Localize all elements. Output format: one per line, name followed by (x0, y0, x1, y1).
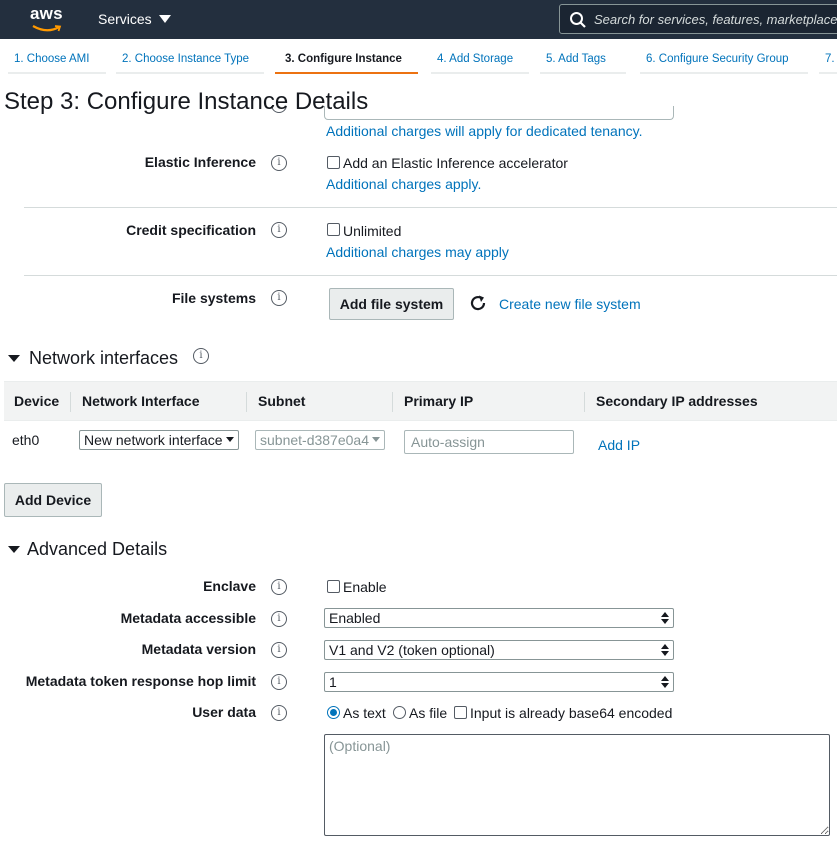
select-arrow-icon (661, 644, 669, 656)
top-navigation-bar: aws Services (0, 0, 837, 39)
column-separator (246, 392, 247, 412)
as-file-label[interactable]: As file (409, 705, 447, 721)
aws-logo-text: aws (30, 4, 63, 23)
subnet-select[interactable]: subnet-d387e0a4 (255, 430, 385, 450)
wizard-step-configure-security-group[interactable]: 6. Configure Security Group (640, 48, 808, 74)
credit-specification-label: Credit specification (126, 222, 256, 238)
column-header-secondary-ip: Secondary IP addresses (596, 393, 758, 409)
column-header-device: Device (14, 393, 60, 409)
network-interfaces-title[interactable]: Network interfaces (29, 348, 178, 369)
file-systems-label: File systems (171, 290, 256, 306)
select-arrow-icon (661, 612, 669, 624)
aws-smile-icon (32, 25, 62, 32)
info-icon[interactable]: i (271, 611, 287, 627)
aws-logo[interactable]: aws (30, 4, 66, 34)
table-row: eth0 New network interface subnet-d387e0… (0, 422, 837, 462)
advanced-details-title[interactable]: Advanced Details (27, 539, 167, 560)
enclave-label: Enclave (203, 578, 256, 594)
divider (24, 207, 837, 208)
primary-ip-input[interactable] (404, 430, 574, 454)
as-text-label[interactable]: As text (343, 705, 386, 721)
user-data-label: User data (192, 704, 256, 720)
elastic-inference-label: Elastic Inference (144, 154, 256, 170)
metadata-version-label: Metadata version (141, 641, 256, 657)
network-interface-select[interactable]: New network interface (79, 430, 239, 450)
elastic-inference-checkbox-label[interactable]: Add an Elastic Inference accelerator (343, 155, 568, 171)
user-data-textarea[interactable] (324, 734, 830, 836)
caret-down-icon (158, 15, 171, 23)
select-arrow-icon (661, 676, 669, 688)
network-interfaces-table-header: Device Network Interface Subnet Primary … (4, 381, 837, 421)
info-icon[interactable]: i (271, 290, 287, 306)
services-menu[interactable]: Services (98, 10, 171, 28)
tenancy-select[interactable] (324, 106, 674, 120)
select-arrow-icon (226, 437, 234, 442)
column-header-network-interface: Network Interface (82, 393, 200, 409)
page-title: Step 3: Configure Instance Details (4, 88, 369, 115)
wizard-step-choose-ami[interactable]: 1. Choose AMI (8, 48, 106, 74)
info-icon[interactable]: i (271, 579, 287, 595)
credit-unlimited-checkbox[interactable] (327, 223, 340, 236)
elastic-inference-charges-link[interactable]: Additional charges apply. (326, 176, 481, 192)
elastic-inference-checkbox[interactable] (327, 156, 340, 169)
info-icon[interactable]: i (271, 155, 287, 171)
credit-charges-link[interactable]: Additional charges may apply (326, 244, 509, 260)
credit-unlimited-label[interactable]: Unlimited (343, 223, 401, 239)
base64-encoded-label[interactable]: Input is already base64 encoded (470, 705, 672, 721)
metadata-version-select[interactable]: V1 and V2 (token optional) (324, 640, 674, 660)
device-cell: eth0 (12, 432, 40, 448)
add-ip-link[interactable]: Add IP (598, 437, 640, 453)
base64-encoded-checkbox[interactable] (454, 706, 467, 719)
metadata-accessible-label: Metadata accessible (120, 610, 256, 626)
search-box[interactable] (559, 4, 837, 34)
wizard-step-add-storage[interactable]: 4. Add Storage (431, 48, 529, 74)
as-text-radio[interactable] (327, 706, 340, 719)
subnet-value: subnet-d387e0a4 (260, 432, 369, 448)
column-separator (70, 392, 71, 412)
collapse-caret-icon[interactable] (8, 355, 20, 362)
column-separator (584, 392, 585, 412)
create-new-file-system-link[interactable]: Create new file system (499, 296, 641, 312)
select-arrow-icon (372, 437, 380, 442)
collapse-caret-icon[interactable] (8, 546, 20, 553)
search-icon (570, 12, 586, 28)
wizard-steps: 1. Choose AMI 2. Choose Instance Type 3.… (0, 40, 837, 78)
metadata-accessible-select[interactable]: Enabled (324, 608, 674, 628)
refresh-icon[interactable] (469, 294, 487, 312)
add-device-button[interactable]: Add Device (4, 483, 102, 517)
services-label: Services (98, 11, 152, 27)
info-icon[interactable]: i (271, 705, 287, 721)
info-icon[interactable]: i (193, 348, 209, 364)
wizard-step-choose-instance-type[interactable]: 2. Choose Instance Type (116, 48, 264, 74)
column-header-subnet: Subnet (258, 393, 306, 409)
dedicated-tenancy-charges-link[interactable]: Additional charges will apply for dedica… (326, 123, 642, 139)
enclave-checkbox-label[interactable]: Enable (343, 579, 387, 595)
info-icon[interactable]: i (271, 642, 287, 658)
metadata-accessible-value: Enabled (329, 610, 381, 626)
network-interface-value: New network interface (84, 432, 223, 448)
hop-limit-label: Metadata token response hop limit (25, 673, 256, 689)
hop-limit-select[interactable]: 1 (324, 672, 674, 692)
column-separator (392, 392, 393, 412)
hop-limit-value: 1 (329, 674, 337, 690)
info-icon[interactable]: i (271, 222, 287, 238)
search-input[interactable] (594, 5, 837, 33)
wizard-step-review[interactable]: 7. (819, 48, 837, 74)
divider (24, 275, 837, 276)
enclave-checkbox[interactable] (327, 580, 340, 593)
as-file-radio[interactable] (393, 706, 406, 719)
add-file-system-button[interactable]: Add file system (329, 288, 454, 320)
info-icon[interactable]: i (271, 674, 287, 690)
column-header-primary-ip: Primary IP (404, 393, 474, 409)
metadata-version-value: V1 and V2 (token optional) (329, 642, 495, 658)
wizard-step-add-tags[interactable]: 5. Add Tags (540, 48, 626, 74)
wizard-step-configure-instance[interactable]: 3. Configure Instance (275, 48, 418, 74)
